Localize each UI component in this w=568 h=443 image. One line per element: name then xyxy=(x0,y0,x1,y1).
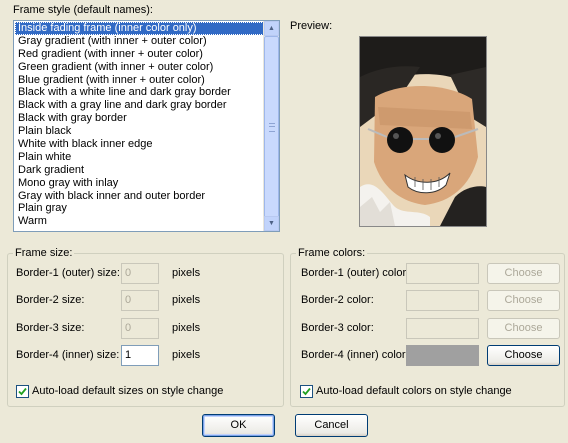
frame-colors-title: Frame colors: xyxy=(296,247,368,259)
checkmark-icon xyxy=(302,387,311,396)
border-1-size-label: Border-1 (outer) size: xyxy=(16,267,120,279)
border-3-size-input[interactable]: 0 xyxy=(121,318,159,339)
border-1-color-swatch xyxy=(406,263,479,284)
autoload-sizes-checkbox[interactable] xyxy=(16,385,29,398)
list-item[interactable]: Gray gradient (with inner + outer color) xyxy=(15,35,264,48)
frame-style-list[interactable]: Inside fading frame (inner color only) G… xyxy=(13,20,280,232)
ok-button[interactable]: OK xyxy=(202,414,275,437)
border-2-size-input[interactable]: 0 xyxy=(121,290,159,311)
list-item[interactable]: Plain gray xyxy=(15,202,264,215)
scroll-down-arrow-icon[interactable]: ▼ xyxy=(264,216,279,231)
border-1-size-input[interactable]: 0 xyxy=(121,263,159,284)
pixels-unit-label: pixels xyxy=(172,349,201,361)
list-item[interactable]: Plain white xyxy=(15,151,264,164)
border-2-choose-button[interactable]: Choose xyxy=(487,290,560,311)
border-4-size-label: Border-4 (inner) size: xyxy=(16,349,120,361)
border-3-color-label: Border-3 color: xyxy=(301,322,374,334)
list-item[interactable]: Inside fading frame (inner color only) xyxy=(15,22,264,35)
border-4-size-input[interactable]: 1 xyxy=(121,345,159,366)
list-item[interactable]: Blue gradient (with inner + outer color) xyxy=(15,74,264,87)
frame-style-items: Inside fading frame (inner color only) G… xyxy=(15,22,264,228)
border-2-size-label: Border-2 size: xyxy=(16,294,85,306)
list-item[interactable]: Black with a white line and dark gray bo… xyxy=(15,86,264,99)
pixels-unit-label: pixels xyxy=(172,267,201,279)
border-4-color-label: Border-4 (inner) color: xyxy=(301,349,409,361)
preview-label: Preview: xyxy=(290,20,333,32)
checkmark-icon xyxy=(18,387,27,396)
list-item[interactable]: Green gradient (with inner + outer color… xyxy=(15,61,264,74)
grip-icon xyxy=(268,122,275,132)
scroll-up-arrow-icon[interactable]: ▲ xyxy=(264,21,279,36)
list-item[interactable]: Red gradient (with inner + outer color) xyxy=(15,48,264,61)
border-2-color-label: Border-2 color: xyxy=(301,294,374,306)
border-4-choose-button[interactable]: Choose xyxy=(487,345,560,366)
list-item[interactable]: Black with gray border xyxy=(15,112,264,125)
border-3-color-swatch xyxy=(406,318,479,339)
cancel-button[interactable]: Cancel xyxy=(295,414,368,437)
frame-size-title: Frame size: xyxy=(13,247,75,259)
scroll-thumb[interactable] xyxy=(264,36,279,218)
list-item[interactable]: Dark gradient xyxy=(15,164,264,177)
border-3-size-label: Border-3 size: xyxy=(16,322,85,334)
preview-image xyxy=(359,36,487,227)
autoload-sizes-label[interactable]: Auto-load default sizes on style change xyxy=(32,385,223,397)
pixels-unit-label: pixels xyxy=(172,294,201,306)
list-item[interactable]: Warm xyxy=(15,215,264,228)
preview-portrait-illustration xyxy=(360,37,486,226)
list-scrollbar[interactable]: ▲ ▼ xyxy=(263,21,279,231)
list-item[interactable]: Gray with black inner and outer border xyxy=(15,190,264,203)
pixels-unit-label: pixels xyxy=(172,322,201,334)
autoload-colors-checkbox[interactable] xyxy=(300,385,313,398)
border-1-color-label: Border-1 (outer) color: xyxy=(301,267,410,279)
border-3-choose-button[interactable]: Choose xyxy=(487,318,560,339)
border-2-color-swatch xyxy=(406,290,479,311)
list-item[interactable]: White with black inner edge xyxy=(15,138,264,151)
list-item[interactable]: Black with a gray line and dark gray bor… xyxy=(15,99,264,112)
list-item[interactable]: Mono gray with inlay xyxy=(15,177,264,190)
autoload-colors-label[interactable]: Auto-load default colors on style change xyxy=(316,385,512,397)
border-4-color-swatch xyxy=(406,345,479,366)
list-item[interactable]: Plain black xyxy=(15,125,264,138)
frame-style-label: Frame style (default names): xyxy=(13,4,153,16)
border-1-choose-button[interactable]: Choose xyxy=(487,263,560,284)
